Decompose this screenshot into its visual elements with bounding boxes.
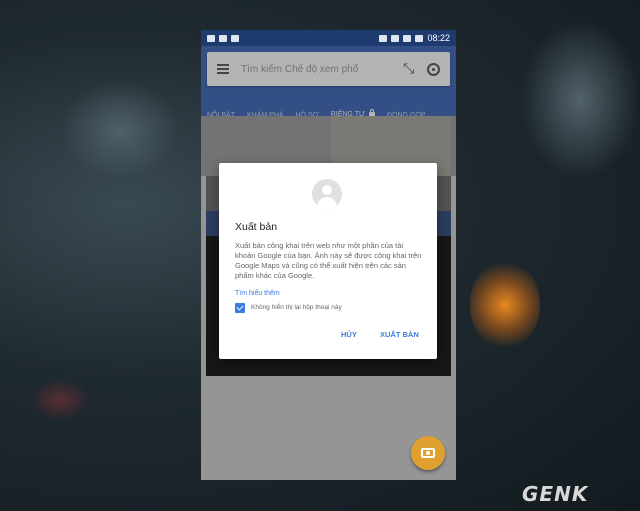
publish-button[interactable]: XUẤT BẢN [380, 330, 419, 339]
camera-icon [231, 34, 239, 42]
cancel-button[interactable]: HỦY [341, 330, 357, 339]
battery-icon [415, 34, 424, 42]
dont-show-again-label[interactable]: Không hiển thị lại hộp thoại này [251, 304, 342, 311]
background-bokeh-orange [470, 260, 540, 350]
alarm-icon [379, 34, 388, 42]
dont-show-again-checkbox[interactable] [235, 303, 245, 313]
background-bokeh-light [520, 20, 640, 180]
add-photo-button[interactable] [411, 436, 445, 470]
genk-logo: GENK [522, 482, 589, 506]
status-time: 08:22 [427, 33, 450, 43]
wifi-icon [391, 34, 400, 42]
dialog-title: Xuất bản [235, 221, 278, 233]
account-avatar-icon [312, 179, 342, 209]
signal-icon [403, 34, 412, 42]
background-bokeh-red [30, 380, 90, 420]
camera-icon [219, 34, 227, 42]
publish-dialog: Xuất bản Xuất bản công khai trên web như… [219, 163, 437, 359]
dialog-body: Xuất bản công khai trên web như một phần… [235, 241, 422, 280]
learn-more-link[interactable]: Tìm hiểu thêm [235, 290, 280, 297]
notification-icon [207, 34, 215, 42]
background-bokeh-light [60, 80, 180, 180]
status-bar: 08:22 [201, 30, 456, 46]
